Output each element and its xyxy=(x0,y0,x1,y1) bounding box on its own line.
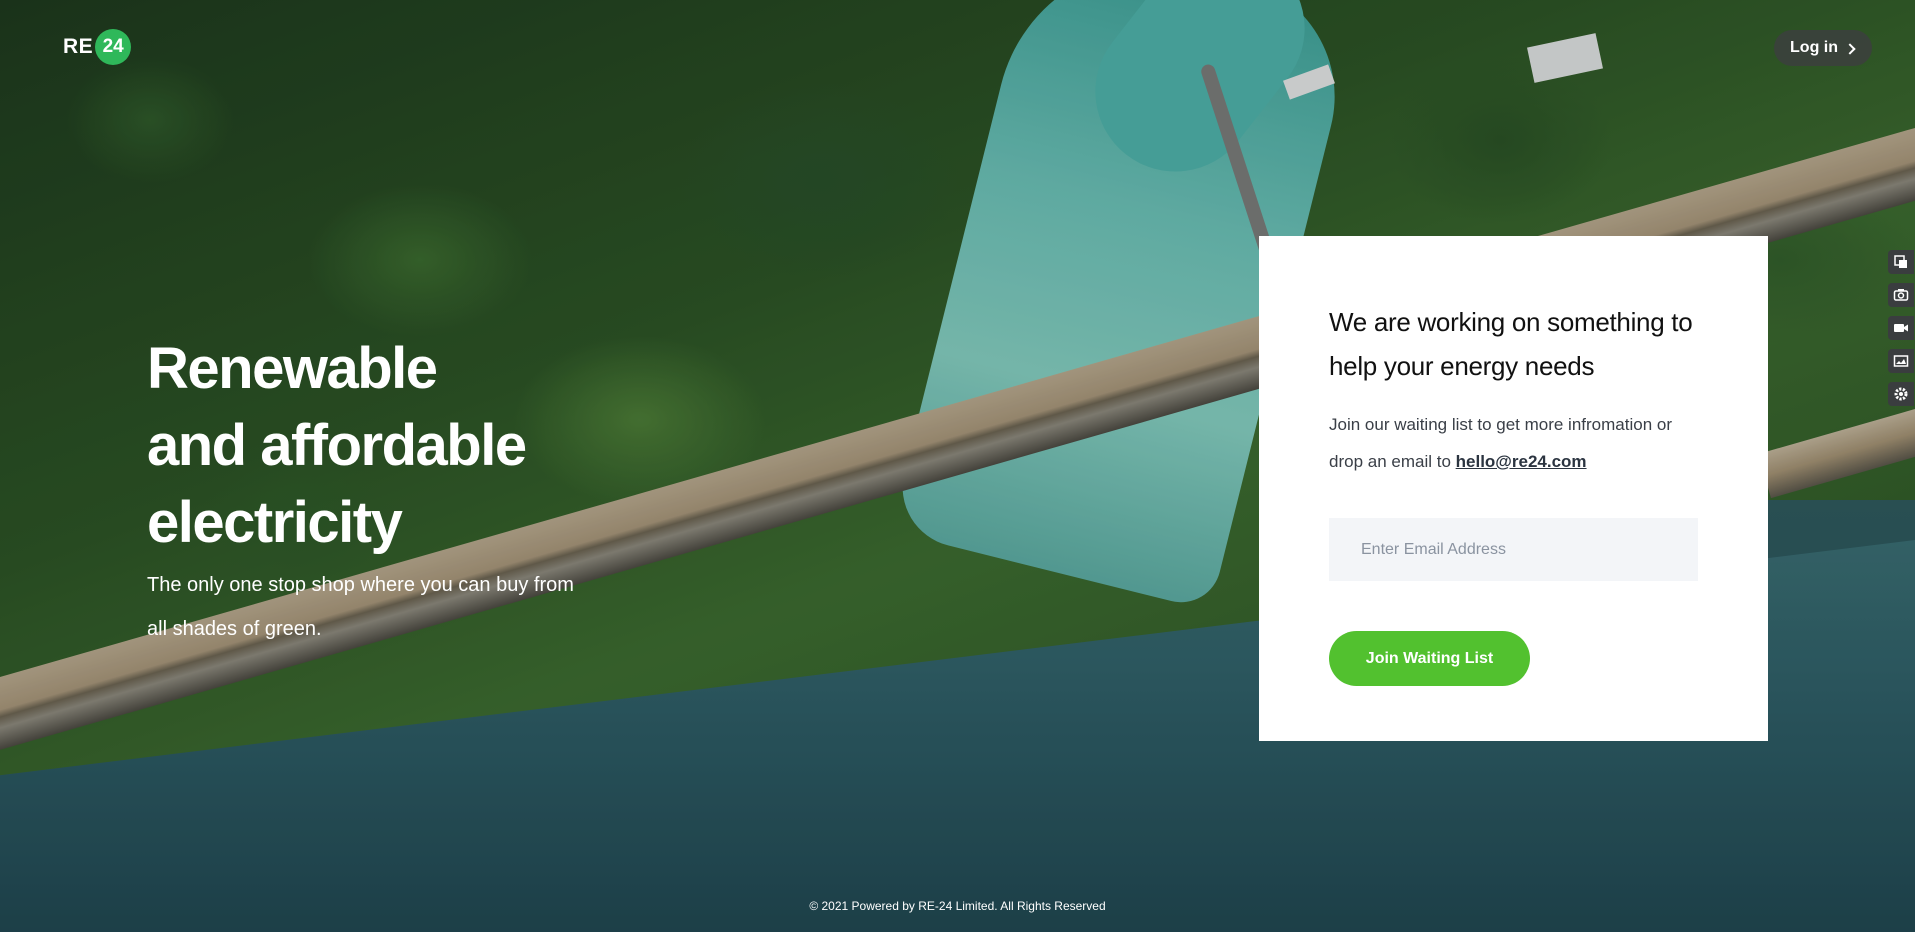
waiting-list-card: We are working on something to help your… xyxy=(1259,236,1768,741)
camera-icon[interactable] xyxy=(1888,283,1914,307)
hero-title-line-1: Renewable xyxy=(147,336,438,401)
logo-badge: 24 xyxy=(95,29,132,65)
logo-text: RE xyxy=(63,35,94,58)
hero: Renewable and affordable electricity The… xyxy=(147,330,607,651)
gallery-icon[interactable] xyxy=(1888,349,1914,373)
logo[interactable]: RE 24 xyxy=(63,29,132,65)
card-description: Join our waiting list to get more infrom… xyxy=(1329,406,1698,480)
settings-icon[interactable] xyxy=(1888,382,1914,406)
hero-title-line-3: electricity xyxy=(147,490,403,555)
chevron-right-icon xyxy=(1844,42,1856,55)
join-waiting-list-button[interactable]: Join Waiting List xyxy=(1329,631,1530,686)
login-label: Log in xyxy=(1790,39,1838,56)
email-input[interactable] xyxy=(1329,518,1698,581)
footer-copyright: © 2021 Powered by RE-24 Limited. All Rig… xyxy=(809,899,1106,913)
screenshot-icon[interactable] xyxy=(1888,250,1914,274)
card-title: We are working on something to help your… xyxy=(1329,307,1693,381)
hero-title: Renewable and affordable electricity xyxy=(147,330,607,561)
video-icon[interactable] xyxy=(1888,316,1914,340)
contact-email-link[interactable]: hello@re24.com xyxy=(1456,452,1587,471)
hero-title-line-2: and affordable xyxy=(147,413,527,478)
login-button[interactable]: Log in xyxy=(1774,30,1872,66)
side-toolbar xyxy=(1887,250,1915,406)
hero-subtitle: The only one stop shop where you can buy… xyxy=(147,574,574,640)
